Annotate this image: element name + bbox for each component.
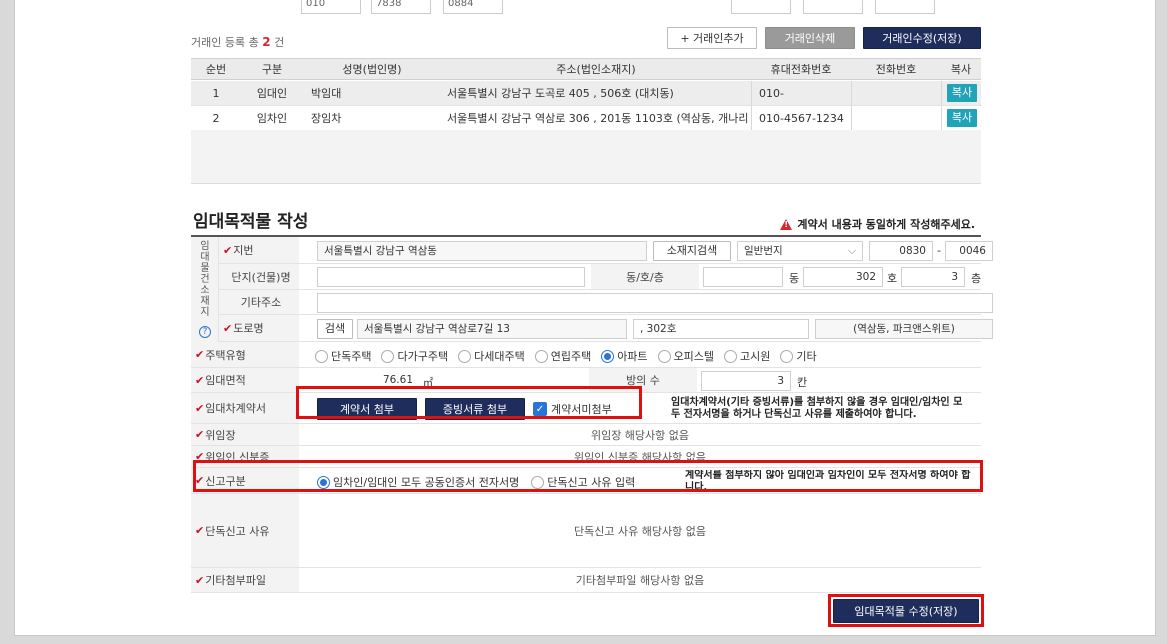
row-type: 임차인 — [256, 112, 288, 125]
add-trader-button[interactable]: + 거래인추가 — [667, 27, 757, 49]
trader-count: 거래인 등록 총 2 건 — [191, 35, 285, 49]
dong-field[interactable] — [703, 267, 783, 287]
col-phone: 전화번호 — [875, 63, 917, 76]
col-type: 구분 — [261, 63, 283, 76]
warning-message: 계약서 내용과 동일하게 작성해주세요. — [780, 216, 975, 232]
section-title: 임대목적물 작성 — [193, 212, 309, 232]
required-mark: ✔ — [195, 348, 205, 361]
copy-button[interactable]: 복사 — [947, 109, 977, 127]
etc-address-field[interactable] — [317, 293, 993, 313]
row-name: 박임대 — [311, 87, 342, 100]
location-side-label: 임대물건소재지 ? — [191, 237, 219, 342]
required-mark: ✔ — [195, 573, 205, 587]
top-field-a[interactable] — [731, 0, 791, 14]
row-jibun: ✔ 지번 서울특별시 강남구 역삼동 소재지검색 일반번지 ⌵ 0830 - 00… — [219, 237, 993, 264]
required-mark: ✔ — [223, 321, 233, 335]
row-complex: 단지(건물)명 동/호/층 동 302 호 3 층 — [219, 264, 981, 290]
highlight-submit-button — [828, 594, 984, 627]
road-search-button[interactable]: 검색 — [317, 319, 353, 339]
radio-row-house[interactable]: 연립주택 — [534, 348, 591, 364]
extra-file-value: 기타첨부파일 해당사항 없음 — [575, 574, 705, 587]
copy-button[interactable]: 복사 — [947, 84, 977, 102]
row-proxy: ✔ 위임장 위임장 해당사항 없음 — [191, 424, 981, 446]
col-copy: 복사 — [950, 63, 972, 76]
row-mobile: 010- — [759, 86, 784, 100]
col-no: 순번 — [205, 63, 227, 76]
row-name: 장임차 — [311, 112, 342, 125]
row-phone — [857, 81, 941, 105]
row-no: 2 — [212, 111, 220, 125]
top-field-c[interactable] — [875, 0, 935, 14]
house-type-radio-group: 단독주택 다가구주택 다세대주택 연립주택 아파트 오피스텔 고시원 기타 — [315, 348, 827, 364]
required-mark: ✔ — [195, 524, 205, 537]
row-no: 1 — [212, 86, 220, 100]
row-address: 서울특별시 강남구 도곡로 405 , 506호 (대치동) — [447, 87, 674, 100]
table-empty-area — [191, 130, 981, 184]
radio-other[interactable]: 기타 — [780, 348, 817, 364]
trader-table-header: 순번 구분 성명(법인명) 주소(법인소재지) 휴대전화번호 전화번호 복사 — [191, 58, 981, 80]
radio-multi-household[interactable]: 다가구주택 — [381, 348, 448, 364]
jibun-address-field[interactable]: 서울특별시 강남구 역삼동 — [317, 241, 647, 261]
required-mark: ✔ — [195, 401, 205, 415]
radio-detached[interactable]: 단독주택 — [315, 348, 371, 364]
required-mark: ✔ — [195, 373, 205, 387]
floor-field[interactable]: 3 — [901, 267, 965, 287]
delete-trader-button[interactable]: 거래인삭제 — [765, 27, 855, 49]
road-address-field[interactable]: 서울특별시 강남구 역삼로7길 13 — [357, 319, 627, 339]
col-address: 주소(법인소재지) — [556, 63, 636, 76]
col-mobile: 휴대전화번호 — [770, 63, 832, 76]
ho-field[interactable]: 302 — [803, 267, 883, 287]
page-panel: 010 7838 0884 거래인 등록 총 2 건 + 거래인추가 거래인삭제… — [14, 0, 1156, 636]
road-detail-field[interactable]: , 302호 — [633, 319, 809, 339]
required-mark: ✔ — [223, 243, 233, 257]
row-etc-address: 기타주소 — [219, 290, 993, 315]
bunji-type-select[interactable]: 일반번지 ⌵ — [737, 241, 863, 261]
contract-note: 임대차계약서(기타 증빙서류)를 첨부하지 않을 경우 임대인/임차인 모두 전… — [671, 397, 963, 420]
bunji-main-field[interactable]: 0830 — [869, 241, 933, 261]
highlight-contract-buttons — [296, 386, 642, 419]
road-extra-field[interactable]: (역삼동, 파크앤스위트) — [815, 319, 993, 339]
radio-officetel[interactable]: 오피스텔 — [657, 348, 714, 364]
row-single-reason: ✔ 단독신고 사유 단독신고 사유 해당사항 없음 — [191, 494, 981, 568]
chevron-down-icon: ⌵ — [848, 245, 856, 257]
row-address: 서울특별시 강남구 역삼로 306 , 201동 1103호 (역삼동, 개나리… — [447, 112, 751, 125]
highlight-report-row — [193, 460, 983, 492]
radio-gosiwon[interactable]: 고시원 — [724, 348, 770, 364]
row-extra-file: ✔ 기타첨부파일 기타첨부파일 해당사항 없음 — [191, 568, 981, 593]
row-road: ✔ 도로명 검색 서울특별시 강남구 역삼로7길 13 , 302호 (역삼동, … — [219, 315, 993, 342]
row-phone — [857, 106, 941, 130]
rooms-field[interactable]: 3 — [701, 371, 791, 391]
phone-mid-field[interactable]: 7838 — [371, 0, 431, 14]
phone-last-field[interactable]: 0884 — [443, 0, 503, 14]
table-row[interactable]: 2 임차인 장임차 서울특별시 강남구 역삼로 306 , 201동 1103호… — [191, 106, 981, 131]
phone-prefix-field[interactable]: 010 — [301, 0, 361, 14]
top-field-row: 010 7838 0884 — [191, 0, 981, 20]
location-search-button[interactable]: 소재지검색 — [653, 241, 731, 261]
save-trader-button[interactable]: 거래인수정(저장) — [863, 27, 981, 49]
table-row[interactable]: 1 임대인 박임대 서울특별시 강남구 도곡로 405 , 506호 (대치동)… — [191, 81, 981, 106]
top-field-b[interactable] — [803, 0, 863, 14]
radio-multi-family[interactable]: 다세대주택 — [458, 348, 525, 364]
trader-count-number: 2 — [262, 35, 271, 49]
row-type: 임대인 — [256, 87, 288, 100]
row-mobile: 010-4567-1234 — [759, 111, 844, 125]
warning-icon — [780, 218, 793, 230]
single-reason-value: 단독신고 사유 해당사항 없음 — [574, 524, 706, 538]
help-icon[interactable]: ? — [199, 326, 211, 338]
radio-apartment[interactable]: 아파트 — [601, 348, 648, 364]
required-mark: ✔ — [195, 428, 205, 441]
row-house-type: ✔ 주택유형 단독주택 다가구주택 다세대주택 연립주택 아파트 오피스텔 고시원… — [191, 342, 981, 368]
complex-name-field[interactable] — [317, 267, 585, 287]
col-name: 성명(법인명) — [342, 63, 402, 76]
proxy-value: 위임장 해당사항 없음 — [590, 428, 690, 442]
bunji-sub-field[interactable]: 0046 — [945, 241, 993, 261]
